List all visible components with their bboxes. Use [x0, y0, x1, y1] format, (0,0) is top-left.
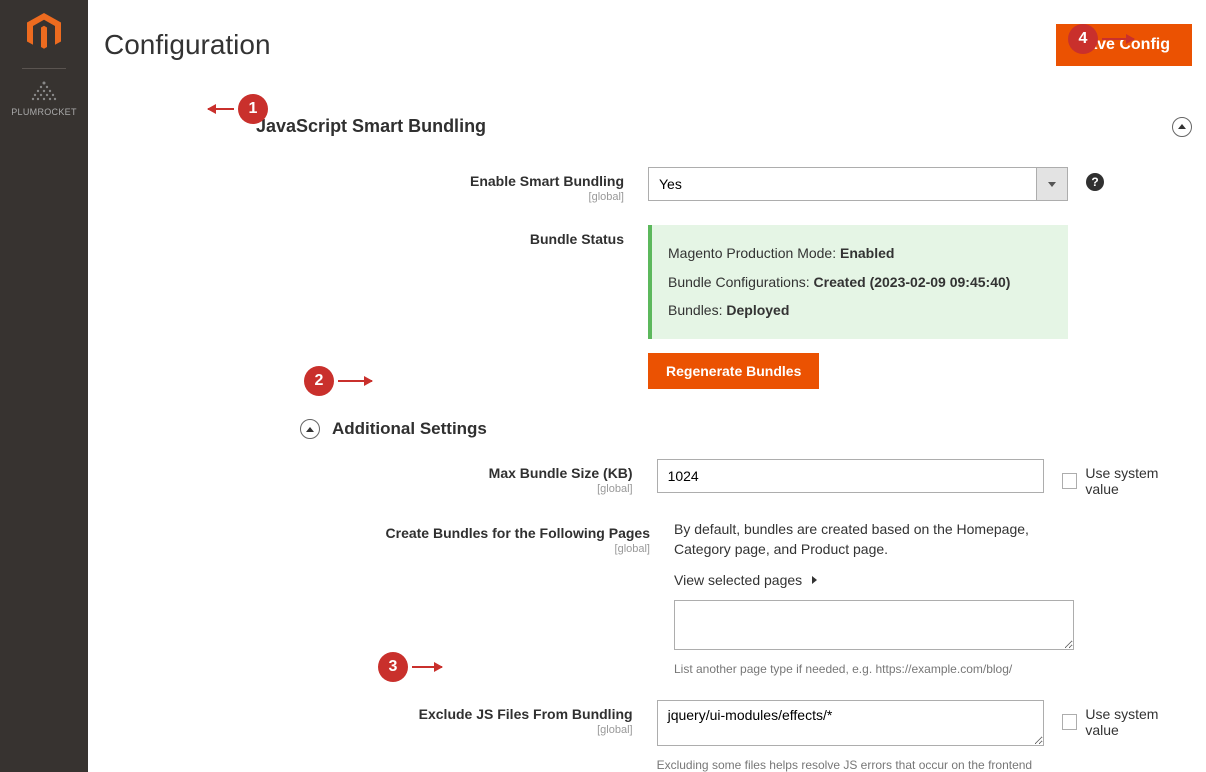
status-box: Magento Production Mode: Enabled Bundle … — [648, 225, 1068, 339]
enable-select[interactable] — [648, 167, 1068, 201]
use-system-label: Use system value — [1085, 706, 1192, 738]
chevron-up-icon — [306, 427, 314, 432]
use-system-value-wrap[interactable]: Use system value — [1062, 706, 1192, 738]
section-header: JavaScript Smart Bundling — [104, 116, 1192, 137]
field-label-col: Enable Smart Bundling [global] — [104, 167, 648, 203]
section-title: JavaScript Smart Bundling — [256, 116, 486, 137]
field-label-col: Bundle Status — [104, 225, 648, 247]
field-label: Create Bundles for the Following Pages — [386, 525, 650, 541]
magento-logo-icon[interactable] — [24, 12, 64, 52]
caret-down-icon — [1048, 182, 1056, 187]
plumrocket-icon — [28, 77, 60, 105]
use-system-label: Use system value — [1085, 465, 1192, 497]
use-system-checkbox[interactable] — [1062, 714, 1078, 730]
field-label-col: Exclude JS Files From Bundling [global] — [104, 700, 657, 736]
field-label: Enable Smart Bundling — [470, 173, 624, 189]
chevron-right-icon — [812, 576, 817, 584]
field-value-col — [657, 459, 1044, 493]
field-value-col: Magento Production Mode: Enabled Bundle … — [648, 225, 1068, 389]
field-scope: [global] — [104, 483, 633, 495]
field-label: Exclude JS Files From Bundling — [419, 706, 633, 722]
field-label: Bundle Status — [530, 231, 624, 247]
field-label-col: Create Bundles for the Following Pages [… — [104, 519, 674, 555]
select-dropdown-button[interactable] — [1036, 167, 1068, 201]
exclude-hint: Excluding some files helps resolve JS er… — [657, 757, 1044, 772]
page-header: Configuration Save Config — [88, 0, 1206, 90]
field-bundle-status: Bundle Status Magento Production Mode: E… — [104, 225, 1192, 389]
field-value-col — [648, 167, 1068, 201]
view-selected-pages-link[interactable]: View selected pages — [674, 572, 1074, 588]
use-system-value-wrap[interactable]: Use system value — [1062, 465, 1192, 497]
page-title: Configuration — [104, 29, 271, 61]
config-content: JavaScript Smart Bundling Enable Smart B… — [88, 116, 1206, 772]
sidebar-item-plumrocket[interactable]: PLUMROCKET — [11, 77, 77, 117]
sidebar-item-label: PLUMROCKET — [11, 107, 77, 117]
status-line: Bundles: Deployed — [668, 296, 1052, 325]
status-line: Magento Production Mode: Enabled — [668, 239, 1052, 268]
field-enable-bundling: Enable Smart Bundling [global] ? — [104, 167, 1192, 203]
field-value-col: Excluding some files helps resolve JS er… — [657, 700, 1044, 772]
field-max-bundle-size: Max Bundle Size (KB) [global] Use system… — [104, 459, 1192, 497]
field-label-col: Max Bundle Size (KB) [global] — [104, 459, 657, 495]
enable-select-value[interactable] — [648, 167, 1068, 201]
field-value-col: By default, bundles are created based on… — [674, 519, 1074, 678]
field-label: Max Bundle Size (KB) — [489, 465, 633, 481]
subsection-title: Additional Settings — [332, 419, 487, 439]
field-scope: [global] — [104, 191, 624, 203]
pages-textarea[interactable] — [674, 600, 1074, 650]
regenerate-bundles-button[interactable]: Regenerate Bundles — [648, 353, 819, 389]
status-line: Bundle Configurations: Created (2023-02-… — [668, 268, 1052, 297]
field-scope: [global] — [104, 543, 650, 555]
exclude-textarea[interactable] — [657, 700, 1044, 746]
collapse-toggle[interactable] — [1172, 117, 1192, 137]
chevron-up-icon — [1178, 124, 1186, 129]
main-content: Configuration Save Config JavaScript Sma… — [88, 0, 1206, 772]
field-create-bundles-pages: Create Bundles for the Following Pages [… — [104, 519, 1192, 678]
subsection-header: Additional Settings — [300, 419, 1192, 439]
field-exclude-js: Exclude JS Files From Bundling [global] … — [104, 700, 1192, 772]
field-scope: [global] — [104, 724, 633, 736]
divider — [22, 68, 66, 69]
max-bundle-size-input[interactable] — [657, 459, 1044, 493]
collapse-toggle[interactable] — [300, 419, 320, 439]
save-config-button[interactable]: Save Config — [1056, 24, 1192, 66]
pages-description: By default, bundles are created based on… — [674, 519, 1074, 560]
help-icon[interactable]: ? — [1086, 173, 1104, 191]
sidebar: PLUMROCKET — [0, 0, 88, 772]
pages-hint: List another page type if needed, e.g. h… — [674, 661, 1074, 678]
use-system-checkbox[interactable] — [1062, 473, 1078, 489]
